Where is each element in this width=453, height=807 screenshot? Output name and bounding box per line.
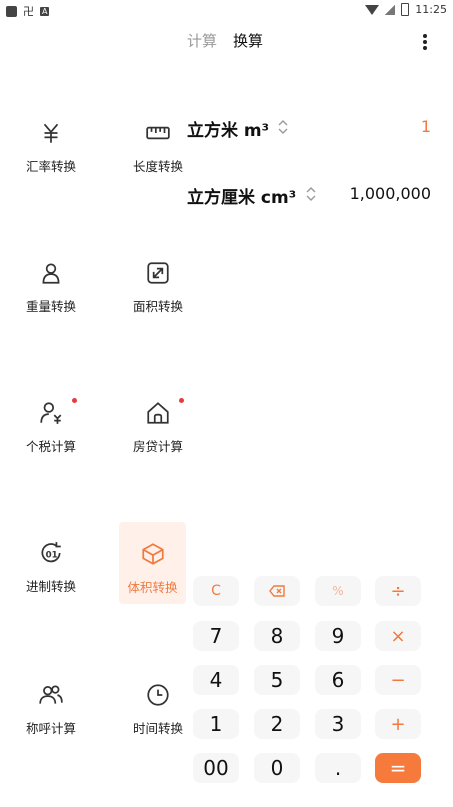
tool-label: 汇率转换 xyxy=(25,159,76,174)
digit-9-key[interactable]: 9 xyxy=(315,621,361,651)
mode-tabs: 计算 换算 xyxy=(187,30,263,51)
tool-label: 房贷计算 xyxy=(132,439,183,454)
ruler-icon xyxy=(146,126,170,140)
digit-6-key[interactable]: 6 xyxy=(315,665,361,695)
digit-3-key[interactable]: 3 xyxy=(315,709,361,739)
app-icon xyxy=(6,5,17,17)
percent-key[interactable]: % xyxy=(315,576,361,606)
unit-selector-icon[interactable] xyxy=(277,118,289,136)
tool-volume[interactable]: 体积转换 xyxy=(119,522,186,604)
tool-label: 进制转换 xyxy=(25,579,76,594)
double-zero-key[interactable]: 00 xyxy=(193,753,239,783)
base-icon: 01 xyxy=(41,542,61,563)
status-time: 11:25 xyxy=(415,3,447,16)
clock-icon xyxy=(147,684,169,706)
tool-label: 体积转换 xyxy=(127,580,178,595)
digit-8-key[interactable]: 8 xyxy=(254,621,300,651)
tool-weight[interactable]: 重量转换 xyxy=(18,260,84,340)
battery-icon xyxy=(401,3,410,16)
from-unit-name[interactable]: 立方米 m³ xyxy=(187,116,269,141)
wifi-icon xyxy=(365,4,380,15)
to-value: 1,000,000 xyxy=(349,184,431,203)
tax-badge xyxy=(72,398,77,403)
tool-exchange[interactable]: 汇率转换 xyxy=(18,120,84,200)
yen-icon xyxy=(43,123,59,143)
svg-text:01: 01 xyxy=(46,550,58,560)
notification-glyph: 卍 xyxy=(23,5,34,18)
tab-convert[interactable]: 换算 xyxy=(233,30,263,51)
tool-time[interactable]: 时间转换 xyxy=(125,682,191,762)
mortgage-badge xyxy=(179,398,184,403)
digit-0-key[interactable]: 0 xyxy=(254,753,300,783)
signal-icon xyxy=(385,4,396,15)
plus-key[interactable]: + xyxy=(375,709,421,739)
status-bar: 卍 A 11:25 xyxy=(0,0,453,22)
backspace-key[interactable] xyxy=(254,576,300,606)
digit-1-key[interactable]: 1 xyxy=(193,709,239,739)
weight-icon xyxy=(42,263,60,284)
people-icon xyxy=(39,685,63,704)
tool-mortgage[interactable]: 房贷计算 xyxy=(125,400,191,480)
digit-2-key[interactable]: 2 xyxy=(254,709,300,739)
notification-a-icon: A xyxy=(40,6,50,16)
digit-5-key[interactable]: 5 xyxy=(254,665,300,695)
minus-key[interactable]: − xyxy=(375,665,421,695)
backspace-icon xyxy=(269,585,285,597)
divide-key[interactable]: ÷ xyxy=(375,576,421,606)
tool-kinship[interactable]: 称呼计算 xyxy=(18,682,84,762)
equals-key[interactable]: = xyxy=(375,753,421,783)
tool-label: 时间转换 xyxy=(132,721,183,736)
tool-base[interactable]: 01 进制转换 xyxy=(18,540,84,620)
digit-7-key[interactable]: 7 xyxy=(193,621,239,651)
multiply-key[interactable]: × xyxy=(375,621,421,651)
expand-icon xyxy=(147,262,169,284)
cube-icon xyxy=(141,543,164,565)
tool-label: 长度转换 xyxy=(132,159,183,174)
tool-label: 称呼计算 xyxy=(25,721,76,736)
unit-selector-icon[interactable] xyxy=(305,185,317,203)
more-menu-icon[interactable] xyxy=(423,34,427,50)
tab-calculate[interactable]: 计算 xyxy=(187,30,217,51)
from-value[interactable]: 1 xyxy=(421,117,431,136)
tool-label: 面积转换 xyxy=(132,299,183,314)
tool-label: 重量转换 xyxy=(25,299,76,314)
house-icon xyxy=(147,402,169,424)
decimal-key[interactable]: . xyxy=(315,753,361,783)
person-yen-icon xyxy=(40,402,62,424)
digit-4-key[interactable]: 4 xyxy=(193,665,239,695)
to-unit-row[interactable]: 立方厘米 cm³ 1,000,000 xyxy=(187,183,431,213)
to-unit-name[interactable]: 立方厘米 cm³ xyxy=(187,183,296,208)
from-unit-row[interactable]: 立方米 m³ 1 xyxy=(187,116,431,146)
tool-length[interactable]: 长度转换 xyxy=(125,120,191,200)
tool-tax[interactable]: 个税计算 xyxy=(18,400,84,480)
clear-key[interactable]: C xyxy=(193,576,239,606)
tool-area[interactable]: 面积转换 xyxy=(125,260,191,340)
tool-label: 个税计算 xyxy=(25,439,76,454)
